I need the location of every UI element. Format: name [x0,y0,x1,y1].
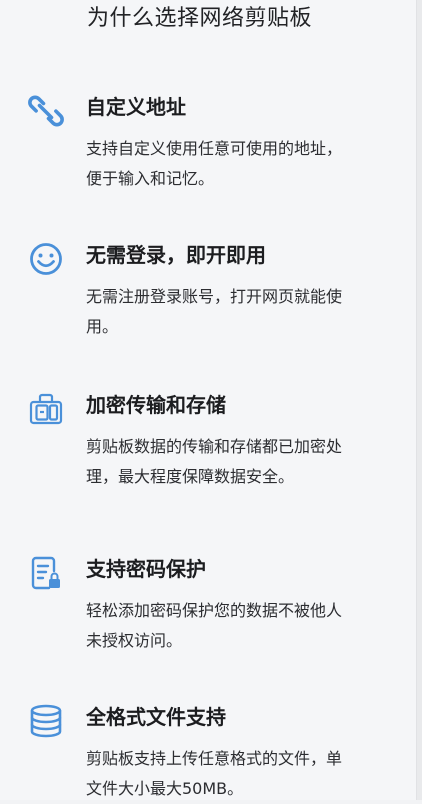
feature-description: 支持自定义使用任意可使用的地址，便于输入和记忆。 [86,139,343,188]
feature-description: 轻松添加密码保护您的数据不被他人未授权访问。 [86,601,343,650]
database-icon [27,702,65,740]
feature-title: 自定义地址 [86,95,186,119]
feature-title: 无需登录，即开即用 [86,243,266,267]
smiley-icon [27,240,65,278]
document-lock-icon [27,554,65,592]
feature-title: 全格式文件支持 [86,705,226,729]
scrollbar[interactable] [416,0,422,800]
feature-title: 加密传输和存储 [86,393,226,417]
feature-description: 无需注册登录账号，打开网页就能使用。 [86,287,343,336]
feature-title: 支持密码保护 [86,557,206,581]
feature-description: 剪贴板支持上传任意格式的文件，单文件大小最大50MB。 [86,749,343,798]
luggage-icon [27,390,65,428]
features-page: 为什么选择网络剪贴板 自定义地址 支持自定义使用任意可使用的地址，便于输入和记忆… [0,0,422,800]
feature-description: 剪贴板数据的传输和存储都已加密处理，最大程度保障数据安全。 [86,437,343,486]
link-icon [27,92,65,130]
section-title: 为什么选择网络剪贴板 [87,6,313,31]
